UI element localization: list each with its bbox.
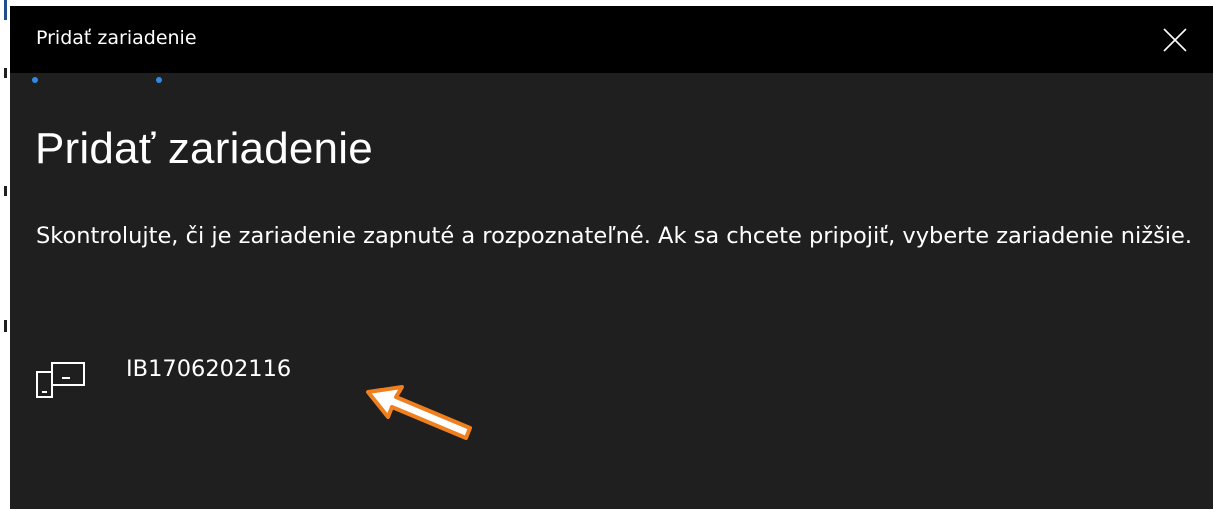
title-bar: Pridať zariadenie: [10, 6, 1213, 73]
close-icon: [1163, 28, 1187, 52]
device-list-item[interactable]: IB1706202116: [30, 342, 350, 402]
devices-icon: [34, 360, 88, 400]
close-button[interactable]: [1161, 26, 1189, 54]
background-edge-mark: [4, 0, 7, 20]
page-heading: Pridať zariadenie: [35, 124, 373, 173]
add-device-dialog: Pridať zariadenie Pridať zariadenie Skon…: [10, 6, 1213, 509]
window-title: Pridať zariadenie: [36, 27, 197, 49]
background-edge-mark: [4, 320, 7, 332]
screenshot-stage: Pridať zariadenie Pridať zariadenie Skon…: [0, 0, 1213, 509]
background-edge-mark: [4, 68, 7, 78]
background-window-edge: [0, 0, 10, 509]
progress-dot: [32, 77, 38, 83]
instruction-text: Skontrolujte, či je zariadenie zapnuté a…: [36, 223, 1193, 249]
wizard-progress-dots: [10, 73, 1213, 87]
progress-dot: [156, 77, 162, 83]
background-edge-mark: [4, 186, 7, 196]
arrow-annotation: [366, 385, 472, 440]
device-name: IB1706202116: [126, 356, 292, 382]
